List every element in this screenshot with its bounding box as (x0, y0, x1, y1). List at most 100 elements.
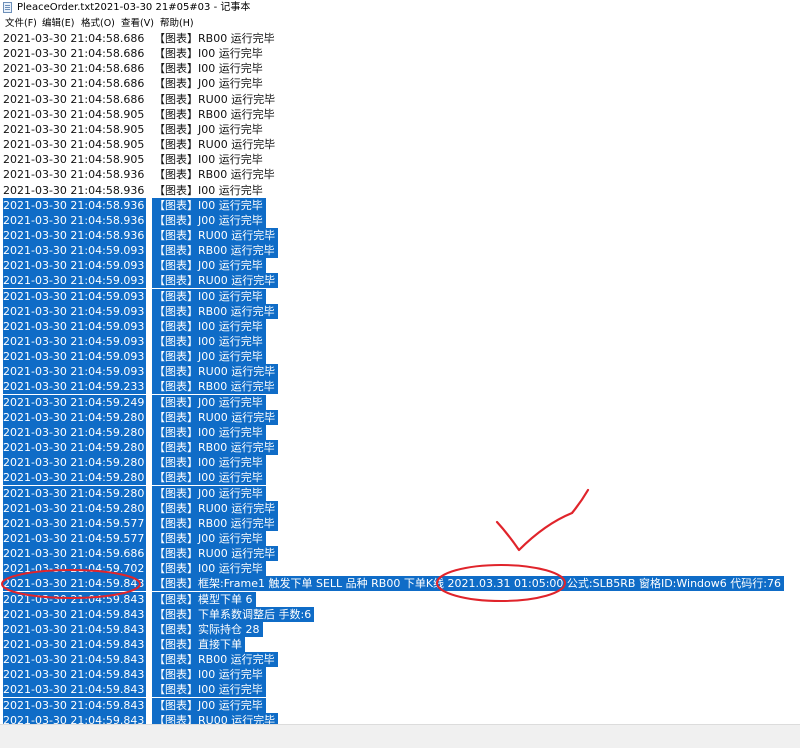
log-message: 【图表】RU00 运行完毕 (152, 364, 279, 380)
log-timestamp: 2021-03-30 21:04:59.280 (3, 409, 147, 425)
notepad-icon (3, 2, 12, 13)
menu-file[interactable]: 文件(F) (5, 16, 37, 31)
log-timestamp: 2021-03-30 21:04:58.936 (3, 183, 145, 197)
log-timestamp: 2021-03-30 21:04:59.093 (3, 243, 147, 259)
log-message: 【图表】RB00 运行完毕 (152, 243, 278, 259)
log-message: 【图表】RU00 运行完毕 (152, 712, 279, 724)
log-timestamp: 2021-03-30 21:04:59.843 (3, 591, 147, 607)
log-message: 【图表】I00 运行完毕 (152, 318, 266, 334)
log-timestamp: 2021-03-30 21:04:58.686 (3, 47, 145, 61)
log-timestamp: 2021-03-30 21:04:59.577 (3, 515, 147, 531)
log-message: 【图表】I00 运行完毕 (154, 47, 263, 61)
log-message: 【图表】I00 运行完毕 (154, 183, 263, 197)
log-timestamp: 2021-03-30 21:04:59.843 (3, 652, 147, 668)
log-timestamp: 2021-03-30 21:04:59.686 (3, 546, 147, 562)
log-message: 【图表】直接下单 (152, 637, 245, 652)
log-message: 【图表】I00 运行完毕 (152, 682, 266, 698)
log-timestamp: 2021-03-30 21:04:59.280 (3, 500, 147, 516)
log-timestamp: 2021-03-30 21:04:58.905 (3, 107, 145, 121)
log-message: 【图表】I00 运行完毕 (154, 153, 263, 167)
menu-view[interactable]: 查看(V) (121, 16, 154, 31)
log-timestamp: 2021-03-30 21:04:59.093 (3, 303, 147, 319)
log-message: 【图表】I00 运行完毕 (152, 561, 266, 577)
log-timestamp: 2021-03-30 21:04:59.577 (3, 530, 147, 546)
log-message: 【图表】J00 运行完毕 (154, 122, 263, 136)
log-timestamp: 2021-03-30 21:04:59.280 (3, 455, 147, 471)
log-message: 【图表】RB00 运行完毕 (154, 168, 275, 182)
log-message: 【图表】RU00 运行完毕 (154, 92, 276, 106)
text-editor-area[interactable]: 2021-03-30 21:04:58.686 【图表】RB00 运行完毕 2021… (0, 31, 800, 724)
log-timestamp: 2021-03-30 21:04:58.905 (3, 138, 145, 152)
log-message: 【图表】J00 运行完毕 (152, 212, 266, 228)
log-message: 【图表】RB00 运行完毕 (154, 107, 275, 121)
log-message: 【图表】I00 运行完毕 (152, 334, 266, 349)
log-timestamp: 2021-03-30 21:04:59.093 (3, 318, 147, 334)
log-timestamp: 2021-03-30 21:04:58.936 (3, 227, 147, 243)
log-message: 【图表】RU00 运行完毕 (152, 500, 279, 516)
log-message: 【图表】I00 运行完毕 (152, 470, 266, 486)
log-timestamp: 2021-03-30 21:04:59.843 (3, 682, 147, 698)
log-timestamp: 2021-03-30 21:04:59.093 (3, 288, 147, 304)
log-timestamp: 2021-03-30 21:04:59.249 (3, 394, 147, 410)
log-message: 【图表】模型下单 6 (152, 591, 256, 607)
log-timestamp: 2021-03-30 21:04:58.686 (3, 62, 145, 76)
log-message: 【图表】RU00 运行完毕 (152, 546, 279, 562)
window-titlebar[interactable]: PleaceOrder.txt2021-03-30 21#05#03 - 记事本 (0, 0, 800, 16)
log-timestamp: 2021-03-30 21:04:59.280 (3, 424, 147, 440)
log-timestamp: 2021-03-30 21:04:59.093 (3, 349, 147, 365)
menu-format[interactable]: 格式(O) (81, 16, 115, 31)
log-message: 【图表】I00 运行完毕 (152, 455, 266, 471)
log-timestamp: 2021-03-30 21:04:59.843 (3, 576, 147, 592)
window-title: PleaceOrder.txt2021-03-30 21#05#03 - 记事本 (17, 2, 251, 13)
log-message: 【图表】RU00 运行完毕 (152, 273, 279, 289)
menu-bar: 文件(F) 编辑(E) 格式(O) 查看(V) 帮助(H) (0, 16, 800, 31)
log-message: 【图表】RB00 运行完毕 (152, 379, 278, 395)
log-message: 【图表】RU00 运行完毕 (152, 227, 279, 243)
log-timestamp: 2021-03-30 21:04:58.905 (3, 122, 145, 136)
log-message: 【图表】J00 运行完毕 (152, 394, 266, 410)
log-timestamp: 2021-03-30 21:04:59.280 (3, 485, 147, 501)
log-message: 【图表】RB00 运行完毕 (152, 652, 278, 668)
log-timestamp: 2021-03-30 21:04:59.843 (3, 606, 147, 622)
log-message: 【图表】下单系数调整后 手数:6 (152, 606, 315, 622)
menu-edit[interactable]: 编辑(E) (42, 16, 74, 31)
log-message: 【图表】RU00 运行完毕 (154, 138, 276, 152)
log-timestamp: 2021-03-30 21:04:58.686 (3, 32, 145, 45)
log-timestamp: 2021-03-30 21:04:58.686 (3, 92, 145, 106)
log-message: 【图表】RB00 运行完毕 (152, 303, 278, 319)
status-bar (0, 724, 800, 748)
log-timestamp: 2021-03-30 21:04:59.093 (3, 258, 147, 274)
log-timestamp: 2021-03-30 21:04:59.702 (3, 561, 147, 577)
log-timestamp: 2021-03-30 21:04:58.936 (3, 168, 145, 182)
log-timestamp: 2021-03-30 21:04:59.843 (3, 667, 147, 683)
log-timestamp: 2021-03-30 21:04:59.093 (3, 364, 147, 380)
log-message: 【图表】I00 运行完毕 (152, 667, 266, 683)
log-message: 【图表】J00 运行完毕 (152, 485, 266, 501)
log-timestamp: 2021-03-30 21:04:58.686 (3, 77, 145, 91)
log-message: 【图表】J00 运行完毕 (154, 77, 263, 91)
log-message: 【图表】J00 运行完毕 (152, 530, 266, 546)
log-message: 【图表】RB00 运行完毕 (152, 515, 278, 531)
log-timestamp: 2021-03-30 21:04:59.843 (3, 621, 147, 637)
log-timestamp: 2021-03-30 21:04:58.936 (3, 212, 147, 228)
log-timestamp: 2021-03-30 21:04:59.093 (3, 273, 147, 289)
log-timestamp: 2021-03-30 21:04:58.936 (3, 197, 147, 213)
log-timestamp: 2021-03-30 21:04:58.905 (3, 153, 145, 167)
log-message: 【图表】I00 运行完毕 (152, 288, 266, 304)
log-timestamp: 2021-03-30 21:04:59.280 (3, 440, 147, 456)
log-message: 【图表】I00 运行完毕 (152, 197, 266, 213)
log-message: 【图表】I00 运行完毕 (154, 62, 263, 76)
log-timestamp: 2021-03-30 21:04:59.843 (3, 712, 147, 724)
log-timestamp: 2021-03-30 21:04:59.280 (3, 470, 147, 486)
log-message: 【图表】实际持仓 28 (152, 621, 263, 637)
log-message: 【图表】J00 运行完毕 (152, 349, 266, 365)
log-message: 【图表】J00 运行完毕 (152, 258, 266, 274)
menu-help[interactable]: 帮助(H) (160, 16, 194, 31)
log-message: 【图表】I00 运行完毕 (152, 424, 266, 440)
log-timestamp: 2021-03-30 21:04:59.843 (3, 697, 147, 713)
log-message: 【图表】J00 运行完毕 (152, 697, 266, 713)
log-timestamp: 2021-03-30 21:04:59.093 (3, 334, 147, 349)
log-message: 【图表】RB00 运行完毕 (154, 32, 275, 45)
log-message: 【图表】RB00 运行完毕 (152, 440, 278, 456)
log-message: 【图表】RU00 运行完毕 (152, 409, 279, 425)
